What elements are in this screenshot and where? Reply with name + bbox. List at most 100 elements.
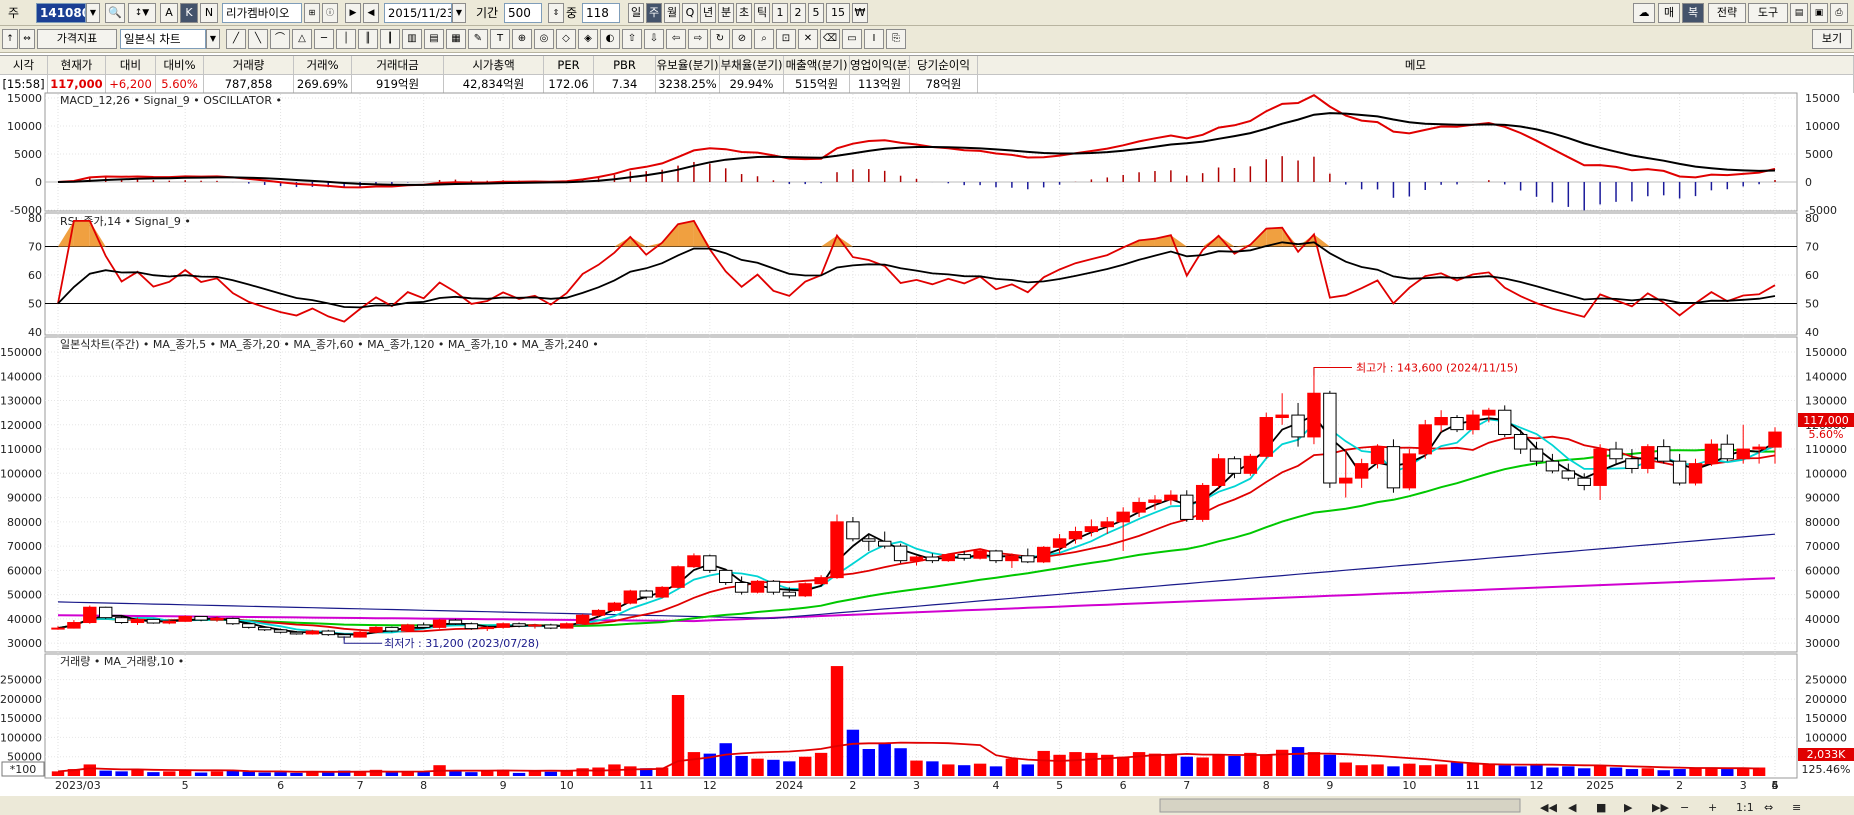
volume-bar <box>1180 756 1193 776</box>
candle-body <box>846 521 860 540</box>
candle-body <box>1339 477 1353 484</box>
y-tick-right: 90000 <box>1805 492 1840 505</box>
volume-bar <box>51 771 65 776</box>
candle-body <box>98 606 113 619</box>
x-tick-label: 4 <box>992 779 999 792</box>
candle-body <box>51 627 65 630</box>
nav-icon-8[interactable]: ⇔ <box>1764 801 1773 814</box>
x-tick-label: 6 <box>1772 779 1779 792</box>
candle-body <box>655 586 669 598</box>
candle-body <box>1021 555 1035 563</box>
candle-body <box>687 555 701 568</box>
nav-icon-5[interactable]: − <box>1680 801 1689 814</box>
candle-body <box>607 602 622 611</box>
nav-icon-7[interactable]: 1:1 <box>1736 801 1754 814</box>
chart-area[interactable]: 15000 1500010000 100005000 50000 0-5000 -5000… <box>0 0 1854 815</box>
volume-bar <box>910 760 923 776</box>
volume-bar <box>862 749 876 776</box>
volume-bar <box>1085 752 1098 776</box>
y-tick-right: 50000 <box>1805 589 1840 602</box>
volume-bar <box>846 729 860 776</box>
y-tick-left: 100000 <box>0 467 42 480</box>
candle-body <box>1132 501 1146 513</box>
volume-bar <box>1069 752 1082 776</box>
candle-body <box>734 581 749 593</box>
volume-bar <box>1657 770 1670 776</box>
volume-bar <box>1244 752 1257 776</box>
volume-bar <box>814 752 828 776</box>
nav-icon-4[interactable]: ▶▶ <box>1652 801 1669 814</box>
volume-bar <box>799 756 812 776</box>
chart-scrollbar[interactable] <box>1159 798 1521 813</box>
nav-icon-3[interactable]: ▶ <box>1624 801 1633 814</box>
nav-icon-2[interactable]: ■ <box>1596 801 1606 814</box>
volume-panel <box>44 653 1798 779</box>
volume-bar <box>1307 752 1321 776</box>
candle-body <box>830 521 844 579</box>
candle-body <box>1100 521 1114 528</box>
volume-bar <box>1148 753 1162 776</box>
nav-icon-6[interactable]: + <box>1708 801 1717 814</box>
y-tick-left: 50000 <box>7 589 42 602</box>
candle-body <box>1307 392 1321 438</box>
candle-body <box>512 623 526 627</box>
candle-body <box>1609 448 1623 460</box>
y-tick-left: 100000 <box>0 731 42 744</box>
y-tick-right: 40 <box>1805 326 1819 339</box>
candle-body <box>369 626 383 633</box>
candle-body <box>1529 448 1544 462</box>
x-tick-label: 10 <box>1402 779 1416 792</box>
x-tick-label: 9 <box>500 779 507 792</box>
candle-body <box>1450 417 1464 431</box>
y-tick-right: 140000 <box>1805 370 1847 383</box>
volume-bar <box>178 770 192 776</box>
candle-body <box>623 590 638 604</box>
volume-bar <box>783 761 796 776</box>
nav-icon-0[interactable]: ◀◀ <box>1540 801 1557 814</box>
volume-bar <box>1419 765 1432 776</box>
volume-bar <box>322 772 335 776</box>
price-panel <box>44 336 1798 653</box>
volume-bar <box>973 763 987 776</box>
candle-body <box>146 618 161 624</box>
volume-bar <box>1260 754 1273 776</box>
y-tick-left: 110000 <box>0 443 42 456</box>
volume-title: 거래량 • MA_거래량,10 • <box>60 655 184 668</box>
y-tick-left: 200000 <box>0 693 42 706</box>
rsi-overbought-area <box>73 220 90 247</box>
nav-icon-1[interactable]: ◀ <box>1568 801 1577 814</box>
candle-body <box>1323 392 1337 484</box>
candle-body <box>1227 458 1242 474</box>
x-tick-label: 11 <box>639 779 653 792</box>
x-tick-label: 2024 <box>775 779 803 792</box>
volume-bar <box>1737 768 1750 776</box>
candle-body <box>1052 538 1067 548</box>
volume-bar <box>1403 763 1416 776</box>
candle-body <box>178 615 192 622</box>
volume-bar <box>1228 755 1241 776</box>
rsi-overbought-area <box>678 220 694 247</box>
y-tick-left: 150000 <box>0 346 42 359</box>
volume-bar <box>512 772 526 776</box>
candle-body <box>1561 470 1576 479</box>
volume-bar <box>1339 762 1352 776</box>
nav-icon-9[interactable]: ≡ <box>1792 801 1801 814</box>
candle-body <box>321 630 335 636</box>
x-tick-label: 8 <box>420 779 427 792</box>
x-tick-label: 3 <box>913 779 920 792</box>
candle-body <box>1418 424 1432 455</box>
volume-bar <box>1053 754 1066 776</box>
candle-body <box>575 614 590 625</box>
y-tick-left: 30000 <box>7 637 42 650</box>
candle-body <box>973 550 987 559</box>
candle-body <box>766 580 781 593</box>
y-tick-right: 150000 <box>1805 712 1847 725</box>
candle-body <box>162 620 176 624</box>
x-tick-label: 8 <box>1263 779 1270 792</box>
low-price-label: 최저가 : 31,200 (2023/07/28) <box>384 637 539 650</box>
candle-body <box>1211 458 1226 486</box>
candle-body <box>544 624 558 629</box>
candle-body <box>1720 443 1735 460</box>
volume-bar <box>894 748 907 776</box>
y-tick-left: 50 <box>28 298 42 311</box>
